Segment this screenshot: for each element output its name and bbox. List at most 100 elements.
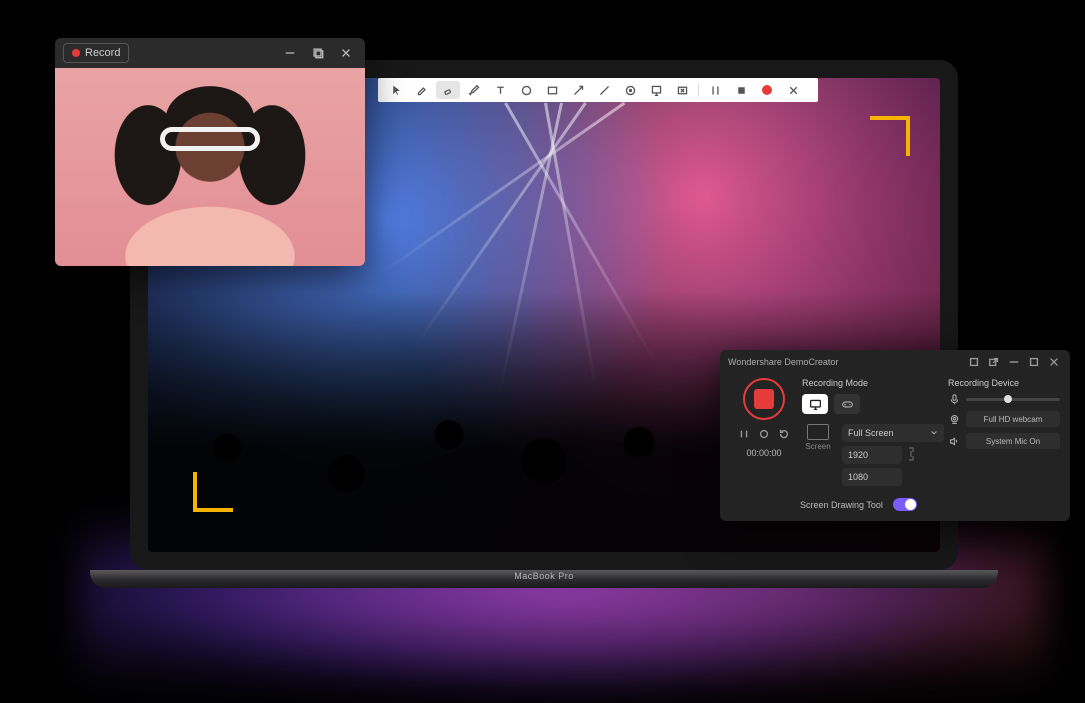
minimize-button[interactable] [279,42,301,64]
close-icon [340,47,352,59]
eraser-tool[interactable] [436,81,460,99]
mic-row [948,394,1060,405]
mini-controls [738,428,790,440]
annotation-toolbar [378,78,818,102]
maximize-icon [312,47,324,59]
webcam-row: Full HD webcam [948,411,1060,427]
height-value: 1080 [848,472,868,482]
width-input[interactable]: 1920 [842,446,902,464]
dimension-row-2: 1080 [842,468,944,486]
recording-device-label: Recording Device [948,378,1060,388]
drawing-tool-toggle[interactable] [893,498,917,511]
maximize-button[interactable] [307,42,329,64]
pause-icon [709,84,722,97]
circle-tool[interactable] [514,81,538,99]
lock-aspect-icon[interactable] [906,447,916,464]
mini-record-button[interactable] [758,428,770,440]
panel-close-button[interactable] [1046,354,1062,370]
close-icon [1048,356,1060,368]
width-value: 1920 [848,450,868,460]
record-chip[interactable]: Record [63,43,129,63]
pen-icon [468,84,481,97]
cursor-tool[interactable] [384,81,408,99]
whiteboard-tool[interactable] [644,81,668,99]
panel-body: 00:00:00 Recording Mode Screen [720,374,1070,498]
popout-icon [988,356,1000,368]
maximize-icon [1028,356,1040,368]
line-tool[interactable] [592,81,616,99]
pause-button[interactable] [703,81,727,99]
laptop-base: MacBook Pro [90,570,998,588]
eraser-icon [442,84,454,97]
close-toolbar-button[interactable] [781,81,805,99]
close-button[interactable] [335,42,357,64]
panel-right: Recording Device Full HD webcam [948,378,1060,486]
screen-preset-value: Full Screen [848,428,894,438]
spotlight-icon [624,84,637,97]
mode-tab-screen[interactable] [802,394,828,414]
stop-button[interactable] [729,81,753,99]
speaker-select[interactable]: System Mic On [966,433,1060,449]
mini-restart-button[interactable] [778,428,790,440]
screen-fields: Full Screen 1920 1080 [842,424,944,486]
capture-region-corner-tr[interactable] [870,116,910,156]
screen-settings: Screen Full Screen 1920 [802,424,944,486]
record-icon [72,49,80,57]
speaker-value: System Mic On [986,437,1040,446]
panel-minimize-button[interactable] [1006,354,1022,370]
popout-button[interactable] [986,354,1002,370]
mini-pause-button[interactable] [738,428,750,440]
stop-icon [735,84,748,97]
record-stop-icon [754,389,774,409]
circle-icon [520,84,533,97]
height-input[interactable]: 1080 [842,468,902,486]
marker-tool[interactable] [462,81,486,99]
magnifier-icon [676,84,689,97]
big-record-button[interactable] [743,378,785,420]
mic-icon[interactable] [948,394,960,405]
demo-creator-panel: Wondershare DemoCreator [720,350,1070,521]
dimension-row: 1920 [842,446,944,464]
rectangle-tool[interactable] [540,81,564,99]
laptop-brand-label: MacBook Pro [514,571,574,581]
webcam-icon[interactable] [948,414,960,425]
record-label: Record [85,47,120,59]
rectangle-icon [546,84,559,97]
text-icon [494,84,507,97]
recording-timer: 00:00:00 [746,448,781,458]
magnifier-tool[interactable] [670,81,694,99]
panel-footer: Screen Drawing Tool [720,498,1070,521]
capture-region-corner-bl[interactable] [193,472,233,512]
panel-titlebar[interactable]: Wondershare DemoCreator [720,350,1070,374]
cursor-icon [390,84,403,97]
panel-maximize-button[interactable] [1026,354,1042,370]
pause-icon [738,428,750,440]
screen-label: Screen [805,442,830,451]
screen-preset-select[interactable]: Full Screen [842,424,944,442]
webcam-select[interactable]: Full HD webcam [966,411,1060,427]
screen-source[interactable]: Screen [802,424,834,451]
webcam-preview [55,68,365,266]
highlighter-icon [416,84,429,97]
record-button[interactable] [755,81,779,99]
speaker-row: System Mic On [948,433,1060,449]
arrow-tool[interactable] [566,81,590,99]
toggle-knob [905,499,916,510]
slider-knob[interactable] [1004,395,1012,403]
spotlight-tool[interactable] [618,81,642,99]
mode-tab-game[interactable] [834,394,860,414]
gamepad-icon [841,398,854,411]
minimize-icon [284,47,296,59]
close-icon [787,84,800,97]
speaker-icon[interactable] [948,436,960,447]
record-titlebar[interactable]: Record [55,38,365,68]
text-tool[interactable] [488,81,512,99]
pin-button[interactable] [966,354,982,370]
arrow-icon [572,84,585,97]
mic-volume-slider[interactable] [966,398,1060,401]
panel-mid: Recording Mode Screen Full Screen [802,378,944,486]
highlighter-tool[interactable] [410,81,434,99]
line-icon [598,84,611,97]
chevron-down-icon [930,429,938,437]
webcam-value: Full HD webcam [984,415,1043,424]
